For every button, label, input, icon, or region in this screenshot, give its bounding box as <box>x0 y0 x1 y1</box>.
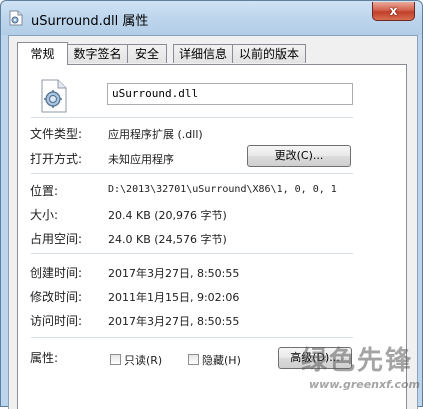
change-button[interactable]: 更改(C)... <box>247 145 351 167</box>
file-type-value: 应用程序扩展 (.dll) <box>108 128 203 141</box>
dll-file-icon <box>9 10 23 26</box>
open-with-value: 未知应用程序 <box>108 153 174 166</box>
title-bar[interactable]: uSurround.dll 属性 x <box>1 1 422 35</box>
readonly-checkbox[interactable] <box>110 354 121 365</box>
close-icon: x <box>389 4 398 18</box>
hidden-checkbox-label[interactable]: 隐藏(H) <box>202 352 241 368</box>
divider <box>31 253 353 254</box>
window-title: uSurround.dll 属性 <box>31 14 149 29</box>
advanced-button[interactable]: 高级(D)... <box>278 347 352 369</box>
location-label: 位置: <box>30 184 59 198</box>
size-value: 20.4 KB (20,976 字节) <box>108 209 227 222</box>
tab-general[interactable]: 常规 <box>17 42 68 65</box>
modified-label: 修改时间: <box>30 290 83 304</box>
divider <box>31 117 353 118</box>
filename-field[interactable]: uSurround.dll <box>107 83 353 105</box>
tab-digital-signatures[interactable]: 数字签名 <box>67 44 128 63</box>
dll-file-icon <box>41 79 67 113</box>
size-on-disk-value: 24.0 KB (24,576 字节) <box>108 233 227 246</box>
dialog-body: 常规 数字签名 安全 详细信息 以前的版本 uSurround.dll 文件类型… <box>8 35 418 409</box>
accessed-value: 2017年3月27日, 8:50:55 <box>108 315 240 328</box>
properties-window: uSurround.dll 属性 x 常规 数字签名 安全 详细信息 以前的版本 <box>0 0 423 409</box>
location-value: D:\2013\32701\uSurround\X86\1, 0, 0, 1 <box>108 184 337 195</box>
general-tab-panel: uSurround.dll 文件类型: 应用程序扩展 (.dll) 打开方式: … <box>17 64 407 409</box>
modified-value: 2011年1月15日, 9:02:06 <box>108 291 240 304</box>
attributes-label: 属性: <box>30 351 59 365</box>
accessed-label: 访问时间: <box>30 314 83 328</box>
size-on-disk-label: 占用空间: <box>30 232 83 246</box>
open-with-label: 打开方式: <box>30 152 83 166</box>
tab-strip: 常规 数字签名 安全 详细信息 以前的版本 <box>17 42 409 65</box>
created-value: 2017年3月27日, 8:50:55 <box>108 267 240 280</box>
file-type-label: 文件类型: <box>30 127 83 141</box>
tab-previous-versions[interactable]: 以前的版本 <box>232 44 306 63</box>
divider <box>31 337 353 338</box>
hidden-checkbox[interactable] <box>188 354 199 365</box>
tab-security[interactable]: 安全 <box>127 44 167 63</box>
readonly-checkbox-label[interactable]: 只读(R) <box>124 352 162 368</box>
size-label: 大小: <box>30 208 59 222</box>
tab-details[interactable]: 详细信息 <box>173 44 233 63</box>
close-button[interactable]: x <box>372 2 415 21</box>
created-label: 创建时间: <box>30 266 83 280</box>
divider <box>31 173 353 174</box>
